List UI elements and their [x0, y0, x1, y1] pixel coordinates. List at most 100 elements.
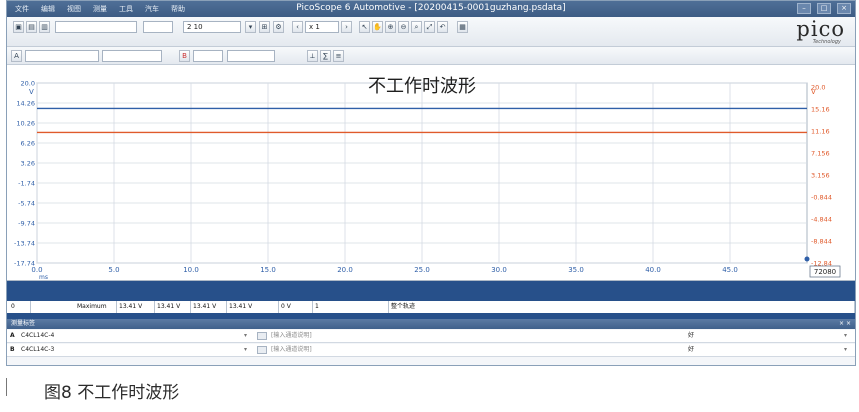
right-axis-tick-label: -8.844: [811, 238, 832, 246]
panel-title: 测量标签: [11, 320, 36, 327]
math-channel-icon[interactable]: ∑: [320, 50, 331, 62]
x-axis-tick-label: 30.0: [491, 266, 507, 274]
left-axis-unit: V: [29, 88, 34, 96]
channel-row-a[interactable]: A C4CL14C-4 ▾ [输入通道说明] 好 ▾: [7, 330, 855, 343]
measurement-min: 13.41 V: [155, 301, 191, 313]
left-axis-tick-label: -13.74: [14, 240, 35, 248]
channel-name: C4CL14C-3: [21, 346, 55, 353]
channel-description-input[interactable]: [输入通道说明]: [271, 330, 312, 342]
samples-icon[interactable]: ⊞: [259, 21, 270, 33]
left-axis-tick-label: 10.26: [16, 120, 35, 128]
x-axis-tick-label: 20.0: [337, 266, 353, 274]
measurement-std-dev: 0 V: [279, 301, 313, 313]
save-icon[interactable]: ▤: [26, 21, 37, 33]
undo-zoom-icon[interactable]: ↶: [437, 21, 448, 33]
channel-letter: B: [10, 346, 15, 353]
reference-icon[interactable]: ≡: [333, 50, 344, 62]
trigger-icon[interactable]: ⟂: [307, 50, 318, 62]
open-icon[interactable]: ▣: [13, 21, 24, 33]
scope-view[interactable]: 20.0 14.26 10.26 6.26 3.26 -1.74 -5.74 -9.74 -13…: [7, 65, 855, 281]
left-axis-tick-label: 3.26: [21, 160, 35, 168]
right-axis-tick-label: -0.844: [811, 194, 832, 202]
caption-text: 图8 不工作时波形: [44, 383, 180, 403]
right-axis-tick-label: -4.844: [811, 216, 832, 224]
edit-icon[interactable]: [257, 346, 267, 354]
measurements-table: 0 Maximum 13.41 V 13.41 V 13.41 V 13.41 …: [7, 281, 855, 319]
channel-status: 好: [688, 332, 695, 339]
channel-name: C4CL14C-4: [21, 332, 55, 339]
channel-b-button[interactable]: B: [179, 50, 190, 62]
pico-logo: pico Technology: [796, 17, 845, 45]
x-axis-tick-label: 5.0: [108, 266, 119, 274]
right-axis-unit: V: [811, 88, 816, 96]
zoom-out-icon[interactable]: ⊖: [398, 21, 409, 33]
x-axis-tick-label: 45.0: [722, 266, 738, 274]
right-axis-tick-label: 3.156: [811, 172, 830, 180]
left-axis-tick-label: 14.26: [16, 100, 35, 108]
waveform-chart[interactable]: 20.0 14.26 10.26 6.26 3.26 -1.74 -5.74 -9.74 -13…: [7, 65, 856, 281]
zoom-next-icon[interactable]: ›: [341, 21, 352, 33]
measurement-max: 13.41 V: [191, 301, 227, 313]
channel-labels-panel: 测量标签 × × A C4CL14C-4 ▾ [输入通道说明] 好 ▾ B C4…: [7, 319, 855, 365]
zoom-in-icon[interactable]: ⊕: [385, 21, 396, 33]
zoom-prev-icon[interactable]: ‹: [292, 21, 303, 33]
channel-b-coupling-select[interactable]: [193, 50, 223, 62]
collection-select[interactable]: [143, 21, 173, 33]
channel-row-b[interactable]: B C4CL14C-3 ▾ [输入通道说明] 好 ▾: [7, 344, 855, 357]
measurement-row[interactable]: 0 Maximum 13.41 V 13.41 V 13.41 V 13.41 …: [7, 301, 855, 313]
scope-mode-select[interactable]: [55, 21, 137, 33]
maximize-button[interactable]: □: [817, 3, 831, 14]
x-axis-unit: ms: [39, 274, 48, 281]
figure-caption: 图8 不工作时波形: [6, 370, 306, 410]
channel-description-input[interactable]: [输入通道说明]: [271, 344, 312, 356]
picoscope-window: 文件 编辑 视图 测量 工具 汽车 帮助 PicoScope 6 Automot…: [6, 0, 856, 366]
chevron-down-icon[interactable]: ▾: [844, 344, 847, 356]
x-axis-tick-label: 10.0: [183, 266, 199, 274]
close-button[interactable]: ×: [837, 3, 851, 14]
timebase-dropdown-icon[interactable]: ▾: [245, 21, 256, 33]
measurement-average: 13.41 V: [227, 301, 279, 313]
zoom-fit-icon[interactable]: ⤢: [424, 21, 435, 33]
right-axis-tick-label: 7.156: [811, 150, 830, 158]
channel-a-range-select[interactable]: [102, 50, 162, 62]
channel-toolbar: A B ⟂ ∑ ≡: [7, 47, 855, 65]
x-axis-tick-label: 35.0: [568, 266, 584, 274]
measurement-value: 13.41 V: [117, 301, 155, 313]
channel-status: 好: [688, 346, 695, 353]
panel-close-icon[interactable]: × ×: [839, 319, 851, 329]
left-axis-tick-label: 6.26: [21, 140, 35, 148]
chevron-down-icon[interactable]: ▾: [244, 344, 247, 356]
channel-a-coupling-select[interactable]: [25, 50, 99, 62]
chevron-down-icon[interactable]: ▾: [844, 330, 847, 342]
cursor-readout: 72080: [814, 268, 836, 276]
zoom-area-icon[interactable]: ⌕: [411, 21, 422, 33]
timebase-select[interactable]: 2 10: [183, 21, 241, 33]
channel-b-range-select[interactable]: [227, 50, 275, 62]
chevron-down-icon[interactable]: ▾: [244, 330, 247, 342]
measurement-name: Maximum: [75, 301, 117, 313]
print-icon[interactable]: ▥: [39, 21, 50, 33]
trigger-marker: [804, 256, 810, 262]
channel-letter: A: [10, 332, 15, 339]
left-axis-tick-label: -5.74: [18, 200, 35, 208]
x-axis-tick-label: 0.0: [31, 266, 42, 274]
measurement-index: 0: [9, 301, 31, 313]
window-title: PicoScope 6 Automotive - [20200415-0001g…: [296, 3, 566, 13]
x-axis-tick-label: 15.0: [260, 266, 276, 274]
minimize-button[interactable]: –: [797, 3, 811, 14]
left-axis-tick-label: -1.74: [18, 180, 35, 188]
channel-a-button[interactable]: A: [11, 50, 22, 62]
x-axis-tick-label: 40.0: [645, 266, 661, 274]
left-axis-tick-label: -9.74: [18, 220, 35, 228]
settings-icon[interactable]: ⚙: [273, 21, 284, 33]
measurement-section: 整个轨迹: [389, 301, 855, 313]
zoom-select[interactable]: x 1: [305, 21, 339, 33]
left-axis-tick-label: 20.0: [21, 80, 35, 88]
edit-icon[interactable]: [257, 332, 267, 340]
right-axis-tick-label: 15.16: [811, 106, 830, 114]
overview-icon[interactable]: ▦: [457, 21, 468, 33]
pointer-icon[interactable]: ↖: [359, 21, 370, 33]
waveform-annotation: 不工作时波形: [368, 76, 476, 97]
hand-icon[interactable]: ✋: [372, 21, 383, 33]
right-axis-tick-label: 11.16: [811, 128, 830, 136]
